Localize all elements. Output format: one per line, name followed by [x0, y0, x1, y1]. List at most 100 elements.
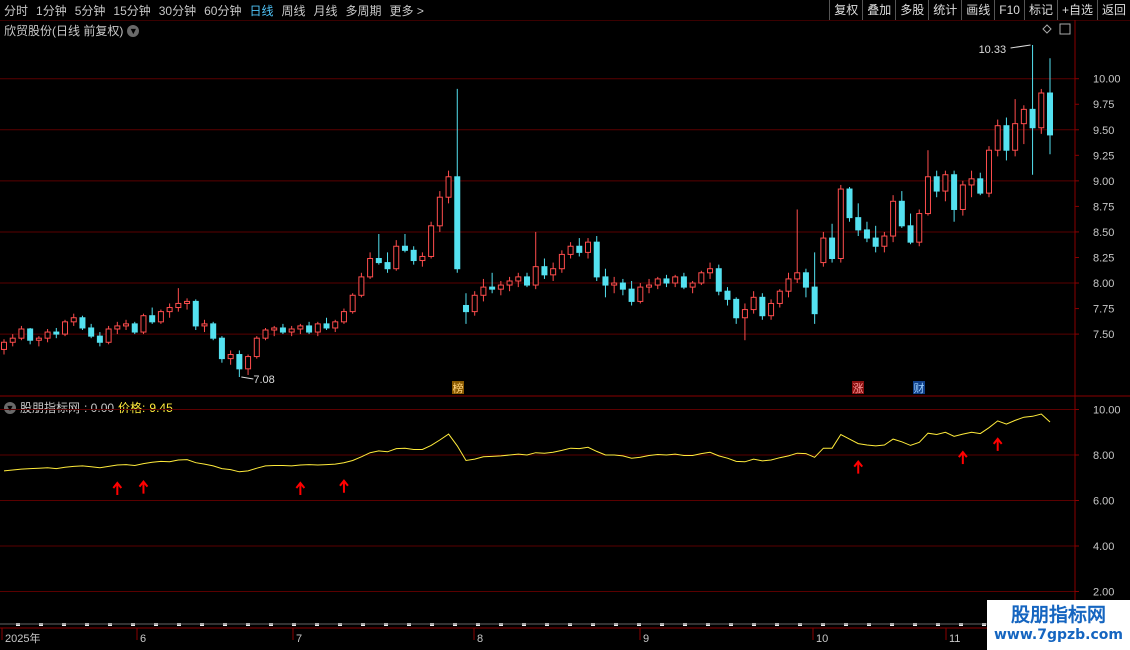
time-label: 9: [643, 633, 649, 645]
candle-body: [654, 278, 661, 286]
high-arrow: [1010, 44, 1031, 49]
candle-body: [968, 178, 975, 186]
candle-body: [410, 249, 417, 262]
candle-body: [750, 296, 757, 311]
candle-body: [585, 241, 592, 253]
diamond-icon: [1042, 24, 1052, 34]
candle-body: [663, 278, 670, 284]
time-label: 8: [477, 633, 483, 645]
candle-body: [428, 225, 435, 257]
candle-body: [977, 178, 984, 194]
candle-body: [1012, 123, 1019, 151]
candle-body: [35, 337, 42, 341]
candle-body: [837, 188, 844, 260]
time-label: 10: [816, 633, 828, 645]
candle-body: [506, 280, 513, 286]
low-arrow: [241, 376, 254, 380]
event-marker: 榜: [453, 381, 464, 395]
candle-body: [515, 276, 522, 282]
candle-body: [462, 304, 469, 313]
candle-body: [846, 188, 853, 219]
candle-body: [611, 282, 618, 286]
candle-body: [872, 237, 879, 247]
candle-body: [532, 266, 539, 286]
candle-body: [680, 276, 687, 288]
candle-body: [1003, 125, 1010, 151]
time-label: 6: [140, 633, 146, 645]
candle-body: [262, 329, 269, 339]
candle-body: [201, 323, 208, 327]
candle-body: [314, 323, 321, 333]
candle-body: [672, 276, 679, 284]
candle-body: [367, 258, 374, 278]
candle-body: [358, 276, 365, 296]
candle-body: [1038, 92, 1045, 129]
candle-body: [288, 328, 295, 333]
candle-body: [829, 237, 836, 260]
candle-body: [184, 300, 191, 304]
candle-body: [724, 290, 731, 300]
candle-body: [340, 311, 347, 323]
candle-body: [959, 184, 966, 210]
y-tick-label: 8.00: [1093, 278, 1114, 290]
candle-body: [157, 311, 164, 323]
candle-body: [218, 337, 225, 360]
candle-body: [881, 235, 888, 247]
candle-body: [811, 286, 818, 315]
candle-body: [131, 323, 138, 333]
y-tick-label: 9.00: [1093, 176, 1114, 188]
candle-body: [236, 354, 243, 370]
y-tick-label: 10.00: [1093, 405, 1121, 417]
time-label: 7: [296, 633, 302, 645]
candle-body: [210, 323, 217, 339]
y-tick-label: 8.00: [1093, 450, 1114, 462]
candle-body: [707, 268, 714, 274]
candle-body: [44, 331, 51, 339]
candle-body: [279, 327, 286, 333]
candle-body: [393, 245, 400, 270]
event-marker: 财: [914, 381, 925, 395]
candle-body: [916, 213, 923, 243]
candle-body: [192, 300, 199, 327]
candle-body: [436, 196, 443, 227]
high-label: 10.33: [979, 44, 1007, 56]
watermark-url: www.7gpzb.com: [993, 627, 1123, 643]
low-label: 7.08: [253, 374, 274, 386]
candle-body: [271, 327, 278, 331]
candle-body: [785, 278, 792, 292]
candle-body: [907, 225, 914, 243]
candle-body: [759, 296, 766, 317]
candle-body: [924, 176, 931, 215]
candle-body: [933, 176, 940, 192]
time-label: 11: [949, 633, 960, 645]
candle-body: [1, 341, 7, 350]
candle-body: [593, 241, 600, 278]
event-marker: 涨: [853, 382, 864, 395]
candle-body: [863, 229, 870, 239]
watermark: 股朋指标网 www.7gpzb.com: [987, 600, 1130, 650]
candle-body: [524, 276, 530, 286]
candle-body: [375, 258, 382, 264]
candle-body: [820, 237, 827, 264]
candle-body: [776, 290, 783, 304]
time-label: 2025年: [5, 631, 40, 645]
candle-body: [698, 272, 705, 284]
candle-body: [149, 315, 156, 323]
candle-body: [306, 325, 313, 333]
candle-body: [741, 309, 748, 319]
candle-body: [637, 286, 644, 302]
candle-body: [53, 331, 60, 335]
candle-body: [297, 325, 304, 330]
candle-body: [576, 245, 583, 253]
candle-body: [942, 174, 949, 192]
candle-body: [985, 149, 992, 194]
candle-body: [794, 272, 801, 280]
candle-body: [558, 253, 565, 270]
candle-body: [384, 262, 391, 270]
chart-canvas[interactable]: 10.00 9.75 9.50 9.25 9.00 8.75 8.50 8.25 8.00 7.7…: [0, 0, 1130, 650]
candle-body: [489, 286, 496, 290]
candle-body: [1020, 108, 1027, 125]
candle-body: [70, 317, 77, 323]
candle-body: [890, 200, 897, 237]
candle-body: [855, 217, 862, 231]
